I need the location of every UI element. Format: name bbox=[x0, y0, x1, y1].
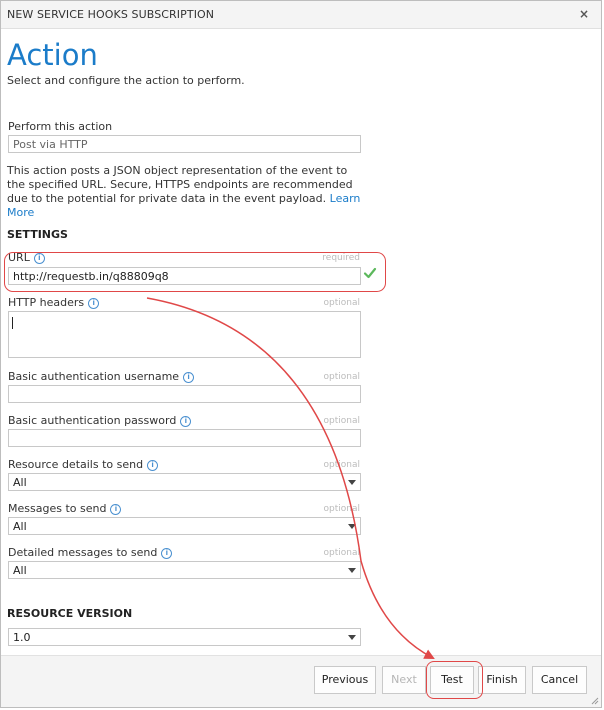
resource-details-optional-hint: optional bbox=[323, 460, 360, 470]
detailed-messages-optional-hint: optional bbox=[323, 548, 360, 558]
resource-version-select[interactable]: 1.0 bbox=[8, 628, 361, 646]
chevron-down-icon bbox=[348, 635, 356, 640]
page-title: Action bbox=[7, 38, 98, 72]
detailed-messages-select[interactable]: All bbox=[8, 561, 361, 579]
cancel-button[interactable]: Cancel bbox=[532, 666, 587, 694]
dialog-titlebar: NEW SERVICE HOOKS SUBSCRIPTION × bbox=[1, 1, 601, 29]
messages-select[interactable]: All bbox=[8, 517, 361, 535]
basic-password-label: Basic authentication password i bbox=[8, 414, 192, 427]
info-icon[interactable]: i bbox=[110, 504, 122, 515]
page-subtitle: Select and configure the action to perfo… bbox=[7, 74, 245, 87]
basic-username-label: Basic authentication username i bbox=[8, 370, 195, 383]
action-description-text: This action posts a JSON object represen… bbox=[7, 164, 353, 205]
url-highlight-annotation bbox=[4, 252, 386, 292]
action-description: This action posts a JSON object represen… bbox=[7, 164, 365, 220]
basic-password-label-text: Basic authentication password bbox=[8, 414, 177, 427]
perform-action-label: Perform this action bbox=[8, 120, 113, 133]
resource-details-value: All bbox=[13, 476, 27, 489]
perform-action-field: Post via HTTP bbox=[8, 135, 361, 153]
resource-details-select[interactable]: All bbox=[8, 473, 361, 491]
detailed-messages-label: Detailed messages to send i bbox=[8, 546, 173, 559]
chevron-down-icon bbox=[348, 524, 356, 529]
basic-username-input[interactable] bbox=[8, 385, 361, 403]
messages-optional-hint: optional bbox=[323, 504, 360, 514]
resource-details-label: Resource details to send i bbox=[8, 458, 159, 471]
basic-username-label-text: Basic authentication username bbox=[8, 370, 180, 383]
chevron-down-icon bbox=[348, 480, 356, 485]
basic-username-optional-hint: optional bbox=[323, 372, 360, 382]
detailed-messages-label-text: Detailed messages to send bbox=[8, 546, 158, 559]
previous-button[interactable]: Previous bbox=[314, 666, 376, 694]
resource-details-label-text: Resource details to send bbox=[8, 458, 144, 471]
messages-value: All bbox=[13, 520, 27, 533]
detailed-messages-value: All bbox=[13, 564, 27, 577]
messages-label-text: Messages to send bbox=[8, 502, 107, 515]
http-headers-label: HTTP headers i bbox=[8, 296, 100, 309]
text-caret bbox=[12, 317, 13, 329]
resource-version-value: 1.0 bbox=[13, 631, 31, 644]
test-button-highlight-annotation bbox=[426, 661, 483, 699]
finish-button[interactable]: Finish bbox=[478, 666, 526, 694]
http-headers-optional-hint: optional bbox=[323, 298, 360, 308]
info-icon[interactable]: i bbox=[88, 298, 100, 309]
chevron-down-icon bbox=[348, 568, 356, 573]
dialog-content: Action Select and configure the action t… bbox=[1, 30, 601, 658]
basic-password-optional-hint: optional bbox=[323, 416, 360, 426]
http-headers-textarea[interactable] bbox=[8, 311, 361, 358]
info-icon[interactable]: i bbox=[183, 372, 195, 383]
resize-grip-icon[interactable] bbox=[591, 697, 599, 705]
next-button[interactable]: Next bbox=[382, 666, 426, 694]
dialog-footer: Previous Next Test Finish Cancel bbox=[1, 655, 601, 707]
dialog-title: NEW SERVICE HOOKS SUBSCRIPTION bbox=[7, 8, 215, 21]
service-hooks-dialog: NEW SERVICE HOOKS SUBSCRIPTION × Action … bbox=[0, 0, 602, 708]
basic-password-input[interactable] bbox=[8, 429, 361, 447]
resource-version-heading: RESOURCE VERSION bbox=[7, 607, 133, 620]
messages-label: Messages to send i bbox=[8, 502, 122, 515]
info-icon[interactable]: i bbox=[147, 460, 159, 471]
info-icon[interactable]: i bbox=[161, 548, 173, 559]
close-icon[interactable]: × bbox=[579, 7, 589, 21]
http-headers-label-text: HTTP headers bbox=[8, 296, 85, 309]
settings-heading: SETTINGS bbox=[7, 228, 68, 241]
info-icon[interactable]: i bbox=[180, 416, 192, 427]
